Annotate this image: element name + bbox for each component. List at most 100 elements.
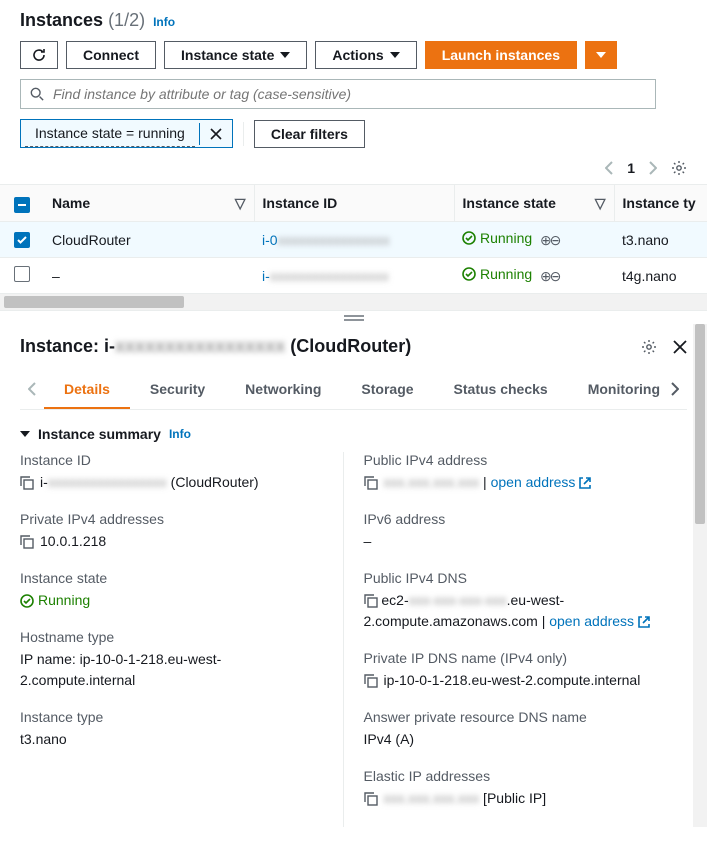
refresh-icon <box>31 47 47 63</box>
field-value: xxx.xxx.xxx.xxx [Public IP] <box>384 788 547 809</box>
caret-down-icon <box>280 52 290 58</box>
external-link-icon <box>579 477 591 489</box>
copy-icon[interactable] <box>364 792 378 806</box>
tab-storage[interactable]: Storage <box>341 371 433 409</box>
cell-name: – <box>44 258 254 294</box>
connect-button[interactable]: Connect <box>66 41 156 69</box>
launch-instances-dropdown[interactable] <box>585 41 617 69</box>
field-value: IPv4 (A) <box>364 729 415 750</box>
cell-state: Running ⊕⊖ <box>454 258 614 294</box>
tab-scroll-left[interactable] <box>20 374 44 407</box>
cell-type: t3.nano <box>614 222 707 258</box>
open-address-link[interactable]: open address <box>491 474 576 490</box>
copy-icon[interactable] <box>364 476 378 490</box>
detail-title: Instance: i-xxxxxxxxxxxxxxxxx (CloudRout… <box>20 336 411 357</box>
gear-icon[interactable] <box>671 160 687 176</box>
open-address-link[interactable]: open address <box>549 613 634 629</box>
cell-instance-id: i-xxxxxxxxxxxxxxxxx <box>254 258 454 294</box>
alarm-icons[interactable]: ⊕⊖ <box>540 268 559 284</box>
launch-instances-button[interactable]: Launch instances <box>425 41 577 69</box>
close-icon[interactable] <box>673 340 687 354</box>
field-label: Instance type <box>20 709 327 725</box>
tab-scroll-right[interactable] <box>663 374 687 407</box>
close-icon <box>210 128 222 140</box>
tab-status-checks[interactable]: Status checks <box>434 371 568 409</box>
prev-page-icon[interactable] <box>605 161 613 175</box>
field-value: xxx.xxx.xxx.xxx | open address <box>384 472 592 493</box>
field-value: ip-10-0-1-218.eu-west-2.compute.internal <box>384 670 641 691</box>
horizontal-scrollbar[interactable] <box>0 294 707 310</box>
row-checkbox[interactable] <box>14 232 30 248</box>
instances-table: Name▽ Instance ID Instance state▽ Instan… <box>0 185 707 294</box>
instance-state-dropdown[interactable]: Instance state <box>164 41 307 69</box>
tab-details[interactable]: Details <box>44 371 130 409</box>
search-icon <box>30 87 44 101</box>
clear-filters-button[interactable]: Clear filters <box>254 120 365 148</box>
copy-icon[interactable] <box>364 674 378 688</box>
chevron-right-icon <box>671 382 679 396</box>
page-title: Instances (1/2) <box>20 10 145 31</box>
alarm-icons[interactable]: ⊕⊖ <box>540 232 559 248</box>
field-label: Elastic IP addresses <box>364 768 688 784</box>
chevron-left-icon <box>28 382 36 396</box>
page-number: 1 <box>627 160 635 176</box>
caret-down-icon[interactable] <box>20 431 30 437</box>
cell-type: t4g.nano <box>614 258 707 294</box>
field-label: Hostname type <box>20 629 327 645</box>
status-badge: Running <box>20 590 90 611</box>
table-row[interactable]: CloudRouter i-0xxxxxxxxxxxxxxxx Running … <box>0 222 707 258</box>
field-label: Answer private resource DNS name <box>364 709 688 725</box>
status-ok-icon <box>462 231 476 245</box>
caret-down-icon <box>596 52 606 58</box>
info-link[interactable]: Info <box>153 15 175 29</box>
field-label: Instance ID <box>20 452 327 468</box>
split-handle[interactable] <box>0 310 707 324</box>
copy-icon[interactable] <box>20 476 34 490</box>
tab-monitoring[interactable]: Monitoring <box>568 371 663 409</box>
refresh-button[interactable] <box>20 41 58 69</box>
instance-count: (1/2) <box>108 10 145 30</box>
column-name[interactable]: Name▽ <box>44 185 254 222</box>
vertical-scrollbar[interactable] <box>693 324 707 827</box>
column-instance-type[interactable]: Instance ty <box>614 185 707 222</box>
field-value: t3.nano <box>20 729 67 750</box>
select-all-checkbox[interactable] <box>14 197 30 213</box>
drag-handle-icon <box>344 315 364 321</box>
column-instance-state[interactable]: Instance state▽ <box>454 185 614 222</box>
tab-security[interactable]: Security <box>130 371 225 409</box>
section-title: Instance summary <box>38 426 161 442</box>
field-value: – <box>364 531 372 552</box>
gear-icon[interactable] <box>641 339 657 355</box>
field-label: Private IP DNS name (IPv4 only) <box>364 650 688 666</box>
info-link[interactable]: Info <box>169 427 191 441</box>
external-link-icon <box>638 616 650 628</box>
field-value: i-xxxxxxxxxxxxxxxxx (CloudRouter) <box>40 472 259 493</box>
field-label: Public IPv4 address <box>364 452 688 468</box>
filter-remove-button[interactable] <box>199 123 232 145</box>
field-value: IP name: ip-10-0-1-218.eu-west-2.compute… <box>20 649 327 691</box>
field-label: IPv6 address <box>364 511 688 527</box>
tab-networking[interactable]: Networking <box>225 371 341 409</box>
field-value: ec2-xxx-xxx-xxx-xxx.eu-west-2.compute.am… <box>364 592 650 629</box>
cell-name: CloudRouter <box>44 222 254 258</box>
actions-dropdown[interactable]: Actions <box>315 41 416 69</box>
caret-down-icon <box>390 52 400 58</box>
filter-token: Instance state = running <box>20 119 233 148</box>
next-page-icon[interactable] <box>649 161 657 175</box>
copy-icon[interactable] <box>364 594 378 608</box>
copy-icon[interactable] <box>20 535 34 549</box>
field-label: Private IPv4 addresses <box>20 511 327 527</box>
field-value: 10.0.1.218 <box>40 531 106 552</box>
filter-token-text: Instance state = running <box>25 120 195 147</box>
field-label: Instance state <box>20 570 327 586</box>
status-ok-icon <box>20 594 34 608</box>
status-ok-icon <box>462 267 476 281</box>
row-checkbox[interactable] <box>14 266 30 282</box>
table-row[interactable]: – i-xxxxxxxxxxxxxxxxx Running ⊕⊖ t4g.nan… <box>0 258 707 294</box>
search-input[interactable] <box>20 79 656 109</box>
column-instance-id[interactable]: Instance ID <box>254 185 454 222</box>
cell-instance-id: i-0xxxxxxxxxxxxxxxx <box>254 222 454 258</box>
cell-state: Running ⊕⊖ <box>454 222 614 258</box>
divider <box>243 122 244 146</box>
field-label: Public IPv4 DNS <box>364 570 688 586</box>
